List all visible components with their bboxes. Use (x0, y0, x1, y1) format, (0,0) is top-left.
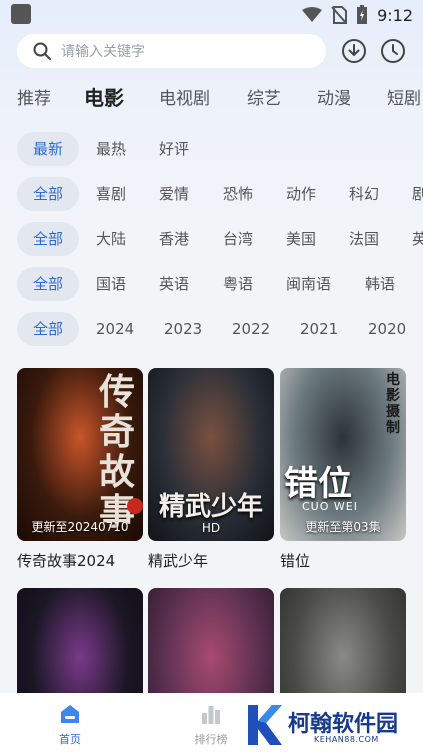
download-icon[interactable] (341, 38, 367, 64)
filter-chip[interactable]: 美国 (286, 222, 316, 256)
kehan-logo-icon (248, 705, 282, 745)
filter-chip[interactable]: 全部 (17, 177, 79, 211)
tab-short-drama[interactable]: 短剧 (387, 84, 421, 109)
filter-chip[interactable]: 全部 (17, 267, 79, 301)
filter-chip[interactable]: 闽南语 (286, 267, 331, 301)
update-badge: 更新至20240710 (31, 520, 129, 534)
filter-chip[interactable]: 英 (412, 222, 423, 256)
watermark-subtitle: KEHAN88.COM (314, 735, 379, 744)
language-filter-row: 全部 国语 英语 粤语 闽南语 韩语 (0, 267, 423, 301)
tab-movies[interactable]: 电影 (84, 82, 124, 111)
status-bar: 9:12 (0, 0, 423, 30)
filter-chip[interactable]: 法国 (349, 222, 379, 256)
battery-icon (357, 5, 368, 24)
filter-chip[interactable]: 动作 (286, 177, 316, 211)
filter-chip[interactable]: 全部 (17, 312, 79, 346)
episode-number-badge (127, 498, 143, 514)
movie-poster: 传奇故事 更新至20240710 (17, 368, 143, 541)
nav-ranking-label: 排行榜 (194, 733, 228, 746)
filter-chip[interactable]: 大陆 (96, 222, 126, 256)
filter-chip[interactable]: 剧 (412, 177, 423, 211)
poster-corner-text: 电影摄制 (386, 372, 400, 436)
watermark-logo: 柯翰软件园 KEHAN88.COM (244, 700, 414, 748)
filter-chip[interactable]: 恐怖 (223, 177, 253, 211)
no-sim-icon (331, 6, 348, 24)
quality-badge: HD (201, 521, 221, 535)
movie-title: 错位 (280, 552, 311, 570)
nav-ranking[interactable]: 排行榜 (171, 693, 251, 752)
filter-chip[interactable]: 2023 (164, 312, 202, 346)
filter-chip[interactable]: 喜剧 (96, 177, 126, 211)
tab-anime[interactable]: 动漫 (317, 84, 351, 109)
year-filter-row: 全部 2024 2023 2022 2021 2020 (0, 312, 423, 346)
home-icon (61, 705, 79, 723)
filter-chip[interactable]: 英语 (159, 267, 189, 301)
update-badge: 更新至第03集 (305, 520, 381, 534)
filter-chip[interactable]: 科幻 (349, 177, 379, 211)
filter-chip[interactable]: 2021 (300, 312, 338, 346)
tab-recommend[interactable]: 推荐 (17, 84, 51, 109)
filter-chip[interactable]: 台湾 (223, 222, 253, 256)
ranking-icon (202, 706, 220, 724)
filter-chip[interactable]: 2022 (232, 312, 270, 346)
tab-tv-series[interactable]: 电视剧 (159, 84, 210, 109)
sort-filter-row: 最新 最热 好评 (0, 132, 423, 166)
filter-chip[interactable]: 爱情 (159, 177, 189, 211)
genre-filter-row: 全部 喜剧 爱情 恐怖 动作 科幻 剧 (0, 177, 423, 211)
filter-chip[interactable]: 最新 (17, 132, 79, 166)
filter-chip[interactable]: 香港 (159, 222, 189, 256)
poster-subtitle-art: CUO WEI (302, 500, 358, 513)
poster-title-art: 错位 (284, 464, 352, 504)
clock: 9:12 (377, 5, 413, 25)
nav-home-label: 首页 (59, 733, 81, 746)
search-icon (33, 42, 51, 60)
filter-chip[interactable]: 韩语 (365, 267, 395, 301)
filter-chip[interactable]: 2024 (96, 312, 134, 346)
filter-chip[interactable]: 好评 (159, 132, 189, 166)
search-input[interactable]: 请输入关键字 (17, 34, 326, 68)
filter-chip[interactable]: 2020 (368, 312, 406, 346)
filter-chip[interactable]: 全部 (17, 222, 79, 256)
movie-poster: 精武少年 HD (148, 368, 274, 541)
history-icon[interactable] (380, 38, 406, 64)
movie-title: 精武少年 (148, 552, 209, 570)
app-notification-icon (11, 4, 31, 24)
category-tabs: 推荐 电影 电视剧 综艺 动漫 短剧 (0, 84, 423, 114)
poster-title-art: 精武少年 (158, 492, 263, 522)
filter-chip[interactable]: 粤语 (223, 267, 253, 301)
wifi-icon (302, 7, 323, 22)
nav-home[interactable]: 首页 (30, 693, 110, 752)
movie-title: 传奇故事2024 (17, 552, 116, 570)
movie-poster: 电影摄制 错位 CUO WEI 更新至第03集 (280, 368, 406, 541)
filter-chip[interactable]: 国语 (96, 267, 126, 301)
region-filter-row: 全部 大陆 香港 台湾 美国 法国 英 (0, 222, 423, 256)
tab-variety[interactable]: 综艺 (247, 84, 281, 109)
filter-chip[interactable]: 最热 (96, 132, 126, 166)
watermark-title: 柯翰软件园 (288, 712, 399, 737)
search-placeholder: 请输入关键字 (61, 44, 145, 60)
